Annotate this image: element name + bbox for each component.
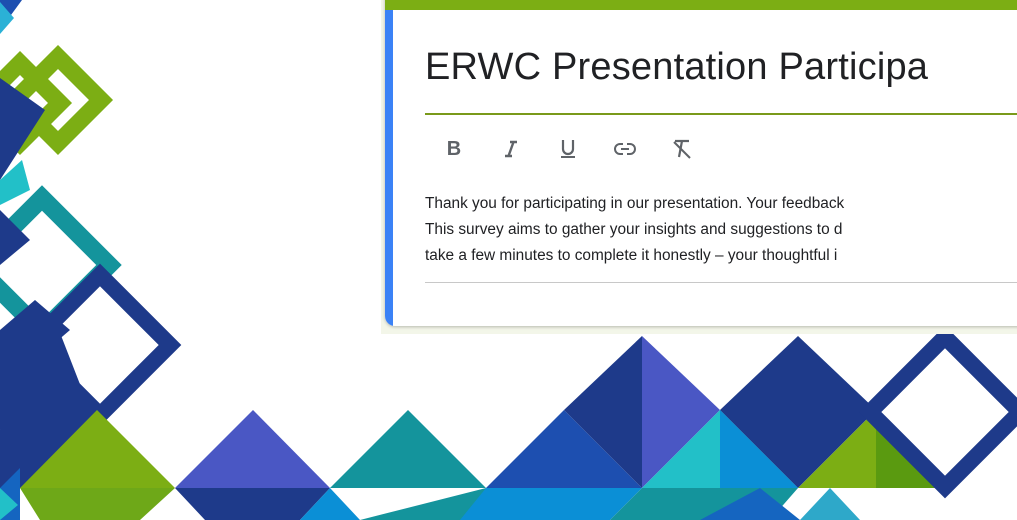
clear-formatting-icon [673,139,691,159]
form-header-screenshot: ERWC Presentation Participa B Thank you … [381,0,1017,334]
underline-button[interactable] [557,136,579,162]
clear-formatting-button[interactable] [671,136,693,162]
description-input-underline [425,282,1017,283]
deco-diamond [800,488,860,520]
bold-icon: B [446,137,462,160]
text-formatting-toolbar: B [443,132,728,166]
underline-icon [561,140,575,158]
deco-diamond [460,488,642,520]
active-section-indicator [385,10,393,326]
description-line: Thank you for participating in our prese… [425,195,845,212]
description-line: take a few minutes to complete it honest… [425,247,838,264]
theme-accent-bar [385,0,1017,10]
italic-icon [505,140,517,158]
deco-diamond [20,488,175,520]
slide-canvas: ERWC Presentation Participa B Thank you … [0,0,1017,520]
deco-diamond [175,410,330,488]
link-icon [614,143,636,155]
title-input-underline [425,113,1017,115]
deco-diamond [330,410,486,488]
insert-link-button[interactable] [614,136,636,162]
bold-button[interactable]: B [443,136,465,162]
form-header-card: ERWC Presentation Participa B Thank you … [385,0,1017,326]
form-description-input[interactable]: Thank you for participating in our prese… [425,191,1017,269]
form-title-input[interactable]: ERWC Presentation Participa [425,46,928,89]
italic-button[interactable] [500,136,522,162]
description-line: This survey aims to gather your insights… [425,221,843,238]
